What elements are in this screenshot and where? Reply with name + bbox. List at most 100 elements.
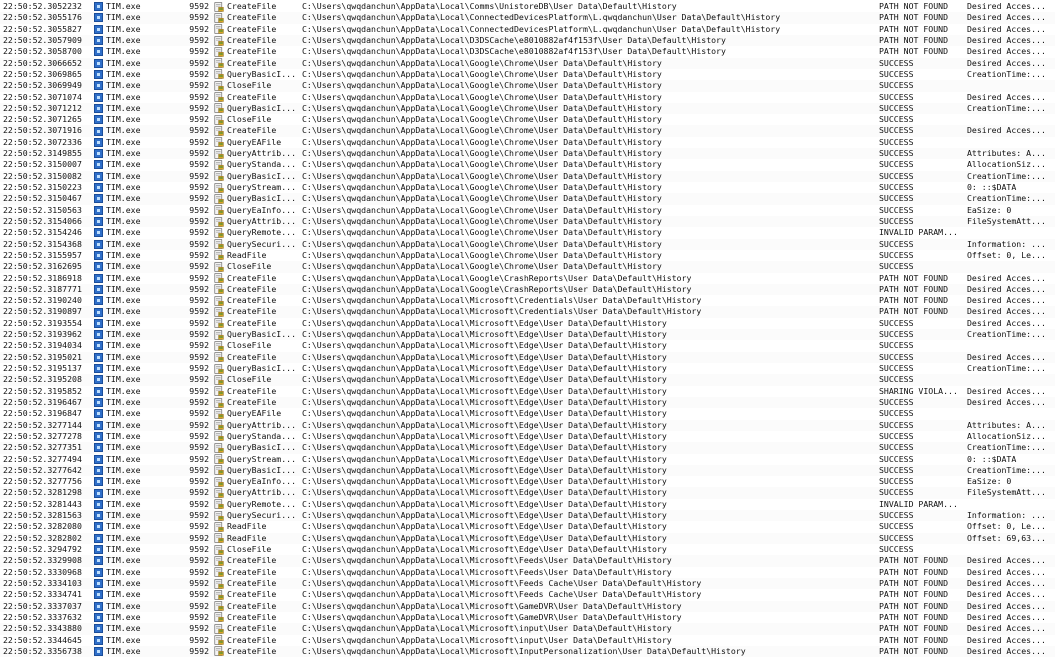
process-id: 9592	[189, 430, 209, 441]
process-name: TIM.exe	[106, 125, 141, 136]
event-row[interactable]: 22:50:52.3343880 TIM.exe 9592 CreateFile…	[0, 623, 1055, 635]
event-row[interactable]: 22:50:52.3195208 TIM.exe 9592 CloseFile …	[0, 374, 1055, 386]
event-row[interactable]: 22:50:52.3057909 TIM.exe 9592 CreateFile…	[0, 34, 1055, 47]
event-row[interactable]: 22:50:52.3155957 TIM.exe 9592 ReadFile C…	[0, 249, 1055, 262]
process-name: TIM.exe	[106, 487, 141, 498]
tim-process-icon	[93, 488, 103, 498]
event-row[interactable]: 22:50:52.3344645 TIM.exe 9592 CreateFile…	[0, 634, 1055, 646]
event-row[interactable]: 22:50:52.3055827 TIM.exe 9592 CreateFile…	[0, 23, 1055, 35]
event-row[interactable]: 22:50:52.3277494 TIM.exe 9592 QueryStrea…	[0, 453, 1055, 465]
operation-result: SUCCESS	[879, 80, 914, 91]
operation-result: SUCCESS	[879, 532, 914, 543]
process-name: TIM.exe	[106, 23, 141, 34]
event-time: 22:50:52.3196467	[3, 396, 82, 407]
event-row[interactable]: 22:50:52.3356738 TIM.exe 9592 CreateFile…	[0, 645, 1055, 658]
event-time: 22:50:52.3343880	[3, 623, 82, 634]
process-name: TIM.exe	[106, 374, 141, 385]
operation-detail: 0: ::$DATA	[967, 182, 1017, 192]
event-row[interactable]: 22:50:52.3196847 TIM.exe 9592 QueryEAFil…	[0, 408, 1055, 420]
event-row[interactable]: 22:50:52.3150082 TIM.exe 9592 QueryBasic…	[0, 170, 1055, 182]
event-row[interactable]: 22:50:52.3281563 TIM.exe 9592 QuerySecur…	[0, 510, 1055, 522]
operation-result: SUCCESS	[879, 148, 914, 159]
process-id: 9592	[189, 238, 209, 249]
event-row[interactable]: 22:50:52.3195137 TIM.exe 9592 QueryBasic…	[0, 363, 1055, 375]
event-row[interactable]: 22:50:52.3150007 TIM.exe 9592 QueryStand…	[0, 159, 1055, 171]
event-row[interactable]: 22:50:52.3052232 TIM.exe 9592 CreateFile…	[0, 1, 1055, 13]
filesystem-operation-icon	[214, 329, 225, 340]
event-row[interactable]: 22:50:52.3277756 TIM.exe 9592 QueryEaInf…	[0, 476, 1055, 488]
process-name: TIM.exe	[106, 204, 141, 215]
filesystem-operation-icon	[214, 137, 225, 148]
event-row[interactable]: 22:50:52.3071074 TIM.exe 9592 CreateFile…	[0, 91, 1055, 103]
operation-result: SUCCESS	[879, 329, 914, 340]
event-row[interactable]: 22:50:52.3193554 TIM.exe 9592 CreateFile…	[0, 317, 1055, 330]
event-row[interactable]: 22:50:52.3154368 TIM.exe 9592 QuerySecur…	[0, 238, 1055, 250]
event-row[interactable]: 22:50:52.3294792 TIM.exe 9592 CloseFile …	[0, 544, 1055, 556]
operation-result: SUCCESS	[879, 464, 914, 475]
event-time: 22:50:52.3281298	[3, 487, 82, 498]
event-row[interactable]: 22:50:52.3194034 TIM.exe 9592 CloseFile …	[0, 340, 1055, 352]
event-row[interactable]: 22:50:52.3058700 TIM.exe 9592 CreateFile…	[0, 46, 1055, 58]
event-row[interactable]: 22:50:52.3055176 TIM.exe 9592 CreateFile…	[0, 12, 1055, 24]
event-row[interactable]: 22:50:52.3154066 TIM.exe 9592 QueryAttri…	[0, 215, 1055, 228]
event-row[interactable]: 22:50:52.3150563 TIM.exe 9592 QueryEaInf…	[0, 204, 1055, 216]
process-id: 9592	[189, 91, 209, 102]
filesystem-operation-icon	[214, 420, 225, 430]
event-row[interactable]: 22:50:52.3069949 TIM.exe 9592 CloseFile …	[0, 80, 1055, 92]
event-row[interactable]: 22:50:52.3190897 TIM.exe 9592 CreateFile…	[0, 306, 1055, 318]
event-row[interactable]: 22:50:52.3281443 TIM.exe 9592 QueryRemot…	[0, 498, 1055, 511]
operation-name: CreateFile	[227, 385, 277, 396]
event-row[interactable]: 22:50:52.3071916 TIM.exe 9592 CreateFile…	[0, 125, 1055, 137]
operation-detail: Desired Acces...	[967, 283, 1046, 294]
event-time: 22:50:52.3281443	[3, 498, 82, 509]
event-row[interactable]: 22:50:52.3334103 TIM.exe 9592 CreateFile…	[0, 577, 1055, 590]
operation-detail: Desired Acces...	[967, 12, 1046, 23]
operation-name: QueryAttrib...	[227, 419, 297, 430]
filesystem-operation-icon	[214, 443, 225, 453]
event-row[interactable]: 22:50:52.3330968 TIM.exe 9592 CreateFile…	[0, 566, 1055, 578]
event-row[interactable]: 22:50:52.3281298 TIM.exe 9592 QueryAttri…	[0, 487, 1055, 499]
event-row[interactable]: 22:50:52.3066652 TIM.exe 9592 CreateFile…	[0, 57, 1055, 69]
event-row[interactable]: 22:50:52.3277642 TIM.exe 9592 QueryBasic…	[0, 464, 1055, 477]
process-id: 9592	[189, 182, 209, 192]
event-row[interactable]: 22:50:52.3196467 TIM.exe 9592 CreateFile…	[0, 396, 1055, 409]
event-row[interactable]: 22:50:52.3277351 TIM.exe 9592 QueryBasic…	[0, 442, 1055, 454]
event-row[interactable]: 22:50:52.3187771 TIM.exe 9592 CreateFile…	[0, 283, 1055, 296]
operation-name: CloseFile	[227, 80, 272, 91]
event-row[interactable]: 22:50:52.3277144 TIM.exe 9592 QueryAttri…	[0, 419, 1055, 431]
event-row[interactable]: 22:50:52.3150467 TIM.exe 9592 QueryBasic…	[0, 193, 1055, 205]
operation-detail: Desired Acces...	[967, 91, 1046, 102]
event-time: 22:50:52.3154246	[3, 227, 82, 238]
event-row[interactable]: 22:50:52.3190240 TIM.exe 9592 CreateFile…	[0, 295, 1055, 307]
operation-result: SUCCESS	[879, 204, 914, 215]
event-row[interactable]: 22:50:52.3195021 TIM.exe 9592 CreateFile…	[0, 351, 1055, 363]
event-row[interactable]: 22:50:52.3071265 TIM.exe 9592 CloseFile …	[0, 114, 1055, 126]
operation-detail: Offset: 69,63...	[967, 532, 1046, 543]
event-row[interactable]: 22:50:52.3337632 TIM.exe 9592 CreateFile…	[0, 611, 1055, 624]
operation-name: CreateFile	[227, 589, 277, 600]
event-row[interactable]: 22:50:52.3069865 TIM.exe 9592 QueryBasic…	[0, 68, 1055, 81]
event-row[interactable]: 22:50:52.3334741 TIM.exe 9592 CreateFile…	[0, 589, 1055, 601]
tim-process-icon	[93, 205, 103, 215]
operation-detail: Attributes: A...	[967, 419, 1046, 430]
process-name: TIM.exe	[106, 589, 141, 600]
event-row[interactable]: 22:50:52.3193962 TIM.exe 9592 QueryBasic…	[0, 329, 1055, 341]
event-row[interactable]: 22:50:52.3162695 TIM.exe 9592 CloseFile …	[0, 261, 1055, 273]
event-row[interactable]: 22:50:52.3150223 TIM.exe 9592 QueryStrea…	[0, 182, 1055, 194]
event-row[interactable]: 22:50:52.3195852 TIM.exe 9592 CreateFile…	[0, 385, 1055, 397]
event-time: 22:50:52.3069865	[3, 68, 82, 79]
event-row[interactable]: 22:50:52.3149855 TIM.exe 9592 QueryAttri…	[0, 148, 1055, 160]
event-row[interactable]: 22:50:52.3329908 TIM.exe 9592 CreateFile…	[0, 555, 1055, 567]
event-row[interactable]: 22:50:52.3282080 TIM.exe 9592 ReadFile C…	[0, 521, 1055, 533]
event-row[interactable]: 22:50:52.3277278 TIM.exe 9592 QueryStand…	[0, 430, 1055, 443]
event-time: 22:50:52.3154368	[3, 238, 82, 249]
event-row[interactable]: 22:50:52.3282802 TIM.exe 9592 ReadFile C…	[0, 532, 1055, 544]
event-row[interactable]: 22:50:52.3337037 TIM.exe 9592 CreateFile…	[0, 600, 1055, 612]
event-row[interactable]: 22:50:52.3072336 TIM.exe 9592 QueryEAFil…	[0, 136, 1055, 149]
process-id: 9592	[189, 193, 209, 204]
process-name: TIM.exe	[106, 34, 141, 45]
event-row[interactable]: 22:50:52.3186918 TIM.exe 9592 CreateFile…	[0, 272, 1055, 284]
event-row[interactable]: 22:50:52.3071212 TIM.exe 9592 QueryBasic…	[0, 102, 1055, 115]
event-row[interactable]: 22:50:52.3154246 TIM.exe 9592 QueryRemot…	[0, 227, 1055, 239]
process-name: TIM.exe	[106, 600, 141, 611]
